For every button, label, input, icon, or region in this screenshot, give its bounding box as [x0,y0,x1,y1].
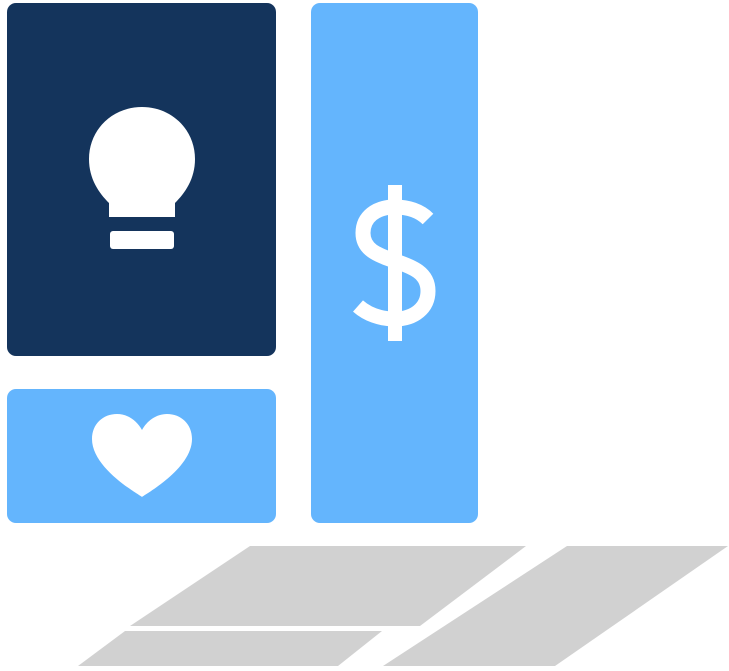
lightbulb-icon [87,105,197,255]
idea-tile [7,3,276,356]
shadow-idea-tile [130,546,526,626]
shadow-heart-tile [78,631,382,666]
money-tile [311,3,478,523]
shadow-money-tile [383,546,728,666]
dollar-sign-icon [350,183,440,343]
love-tile [7,389,276,523]
heart-icon [90,413,194,499]
infographic-canvas [0,0,729,671]
